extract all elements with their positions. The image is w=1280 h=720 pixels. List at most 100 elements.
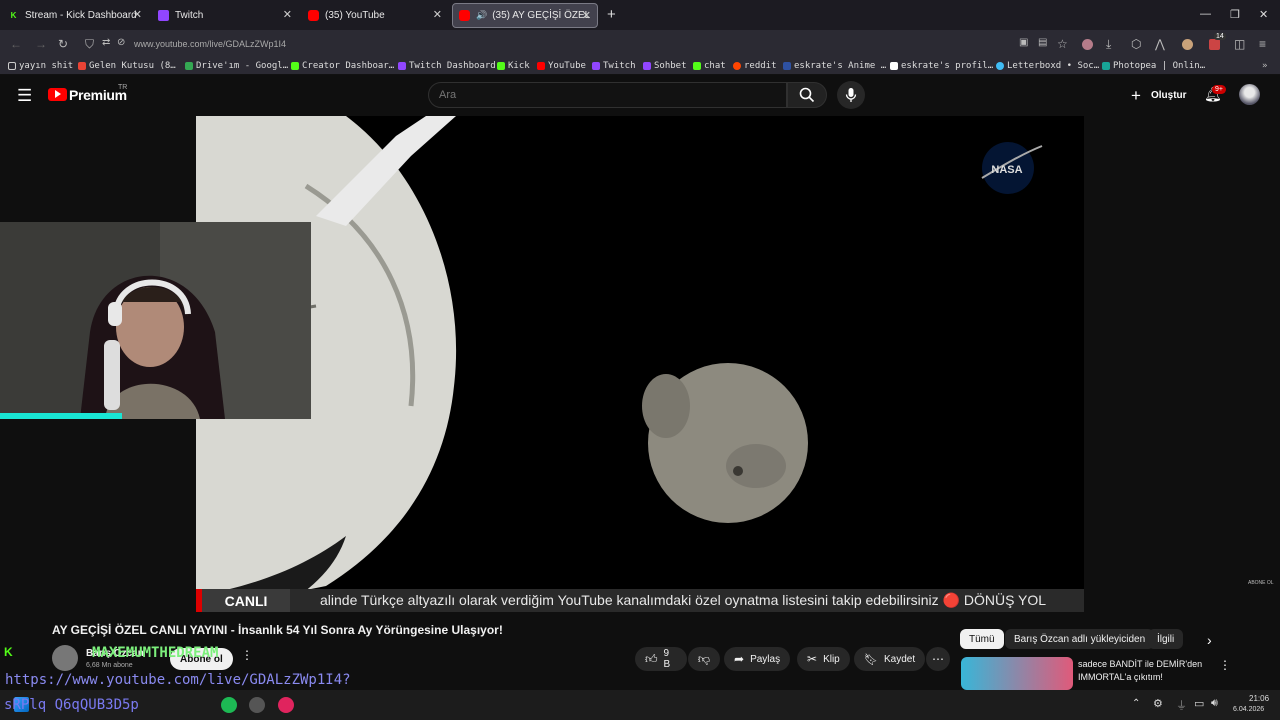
profile-icon[interactable] (1082, 39, 1093, 50)
bookmark-item[interactable]: eskrate's Anime … (783, 61, 886, 71)
chip-all[interactable]: Tümü (960, 629, 1004, 649)
create-plus-icon[interactable]: + (1131, 86, 1141, 106)
close-icon[interactable]: ✕ (133, 8, 142, 21)
bookmark-item[interactable]: Gelen Kutusu (8… (78, 61, 176, 71)
screenshot-icon[interactable]: ▣ (1019, 37, 1028, 48)
bookmark-item[interactable]: Photopea | Onlin… (1102, 61, 1205, 71)
letterboxd-icon (996, 62, 1004, 70)
volume-icon[interactable]: 🔊︎ (1211, 697, 1218, 710)
new-tab-plus-icon[interactable]: + (607, 6, 616, 23)
dislike-button[interactable]: 👎︎ (688, 647, 720, 671)
moon-crater (733, 466, 743, 476)
bookmark-item[interactable]: Drive'ım - Googl… (185, 61, 288, 71)
tray-chevron-icon[interactable]: ⌃ (1132, 698, 1140, 709)
chip-from-uploader[interactable]: Barış Özcan adlı yükleyiciden (1005, 629, 1155, 649)
video-player[interactable]: NASA ABONE OL (196, 116, 1084, 612)
shield-icon[interactable]: ⛉ (85, 37, 94, 52)
hamburger-menu-icon[interactable]: ☰ (17, 86, 32, 106)
overlay-url-text: https://www.youtube.com/live/GDALzZWp1I4… (5, 672, 351, 688)
download-icon[interactable]: ⤓ (1106, 37, 1111, 52)
channel-avatar[interactable] (52, 645, 78, 671)
clock-date[interactable]: 6.04.2026 (1233, 706, 1264, 713)
more-vert-icon[interactable]: ⋮ (1219, 658, 1231, 672)
subscriber-count: 6,68 Mn abone (86, 662, 133, 669)
tab-twitch[interactable]: Twitch ✕ (152, 3, 298, 28)
reader-icon[interactable]: ▤ (1038, 37, 1047, 48)
speaker-icon[interactable]: 🔊 (476, 10, 487, 21)
spotify-icon[interactable] (221, 697, 237, 713)
bookmark-item[interactable]: Kick (497, 61, 530, 71)
microphone (104, 340, 120, 410)
bookmark-item[interactable]: Twitch Dashboard (398, 61, 496, 71)
star-icon[interactable]: ☆ (1057, 37, 1068, 51)
create-button[interactable]: Oluştur (1151, 90, 1187, 101)
save-button[interactable]: 🔖︎ Kaydet (854, 647, 926, 671)
folder-icon (8, 62, 16, 70)
taskbar-app-icon[interactable] (249, 697, 265, 713)
tab-kick-dashboard[interactable]: K Stream - Kick Dashboard ✕ (2, 3, 148, 28)
recommendation-thumbnail[interactable] (961, 657, 1073, 690)
back-icon[interactable]: ← (10, 37, 22, 51)
live-label: CANLI (196, 589, 290, 612)
bookmark-item[interactable]: eskrate's profil… (890, 61, 993, 71)
permissions-icon[interactable]: ⇄ (102, 37, 110, 48)
muted-icon[interactable]: ⊘ (117, 37, 125, 48)
avatar-ext-icon[interactable] (1182, 39, 1193, 50)
menu-icon[interactable]: ≡ (1259, 37, 1266, 51)
voice-search-button[interactable] (837, 81, 865, 109)
bookmark-item[interactable]: reddit (733, 61, 777, 71)
like-count: 9 B (663, 648, 671, 670)
extensions-icon[interactable]: ⬡ (1131, 37, 1141, 51)
search-button[interactable] (787, 82, 827, 108)
reload-icon[interactable]: ↻ (58, 37, 68, 51)
tab-youtube[interactable]: (35) YouTube ✕ (302, 3, 448, 28)
restore-icon[interactable]: ❐ (1230, 8, 1240, 21)
tray-usb-icon[interactable]: ⏚ (1176, 697, 1187, 713)
moon-mare (642, 374, 690, 438)
bookmark-item[interactable]: Twitch (592, 61, 636, 71)
tab-label: (35) YouTube (325, 10, 385, 21)
play-triangle-icon (55, 90, 61, 98)
clip-button[interactable]: ✂ Klip (797, 647, 850, 671)
close-icon[interactable]: ✕ (283, 8, 292, 21)
tab-ay-gecisi[interactable]: 🔊 (35) AY GEÇİŞİ ÖZEL ✕ (452, 3, 598, 28)
more-bookmarks-icon[interactable]: » (1262, 61, 1267, 71)
bookmark-icon: 🔖︎ (864, 653, 878, 666)
thumbs-up-icon: 👍︎ (645, 651, 658, 666)
close-icon[interactable]: ✕ (433, 8, 442, 21)
tray-app-icon[interactable]: ⚙ (1153, 697, 1163, 710)
bookmark-item[interactable]: yayın shit (8, 61, 73, 71)
ublock-icon[interactable] (1209, 39, 1220, 50)
search-input[interactable] (439, 89, 739, 101)
like-button[interactable]: 👍︎ 9 B (635, 647, 687, 671)
bookmark-item[interactable]: YouTube (537, 61, 586, 71)
twitch-icon (592, 62, 600, 70)
search-box[interactable] (428, 82, 787, 108)
close-icon[interactable]: ✕ (582, 9, 591, 22)
taskbar-app-icon[interactable] (278, 697, 294, 713)
more-actions-button[interactable]: ⋯ (926, 647, 950, 671)
bookmark-item[interactable]: Sohbet (643, 61, 687, 71)
video-title: AY GEÇİŞİ ÖZEL CANLI YAYINI - İnsanlık 5… (52, 623, 503, 637)
clock-time[interactable]: 21:06 (1249, 694, 1269, 703)
youtube-icon (537, 62, 545, 70)
close-window-icon[interactable]: ✕ (1259, 8, 1268, 21)
chevron-right-icon[interactable]: › (1207, 632, 1212, 648)
more-vert-icon[interactable]: ⋮ (241, 648, 253, 662)
sidebar-icon[interactable]: ◫ (1234, 37, 1245, 51)
recommendation-title[interactable]: sadece BANDİT ile DEMİR'den IMMORTAL'a ç… (1078, 658, 1218, 684)
bookmark-item[interactable]: Creator Dashboar… (291, 61, 394, 71)
ad-icon[interactable]: ⋀ (1155, 37, 1165, 51)
avatar[interactable] (1239, 84, 1260, 105)
forward-icon[interactable]: → (35, 37, 47, 51)
kick-icon (693, 62, 701, 70)
url-field[interactable]: www.youtube.com/live/GDALzZWp1I4 (134, 39, 286, 49)
bookmark-item[interactable]: Letterboxd • Soc… (996, 61, 1099, 71)
wifi-icon[interactable]: ▭ (1194, 697, 1204, 710)
minimize-icon[interactable]: — (1200, 8, 1211, 20)
nasa-watermark: NASA (991, 164, 1022, 176)
chip-related[interactable]: İlgili (1148, 629, 1184, 649)
bookmark-item[interactable]: chat (693, 61, 726, 71)
tab-label: (35) AY GEÇİŞİ ÖZEL (492, 10, 591, 21)
share-button[interactable]: ➦ Paylaş (724, 647, 791, 671)
